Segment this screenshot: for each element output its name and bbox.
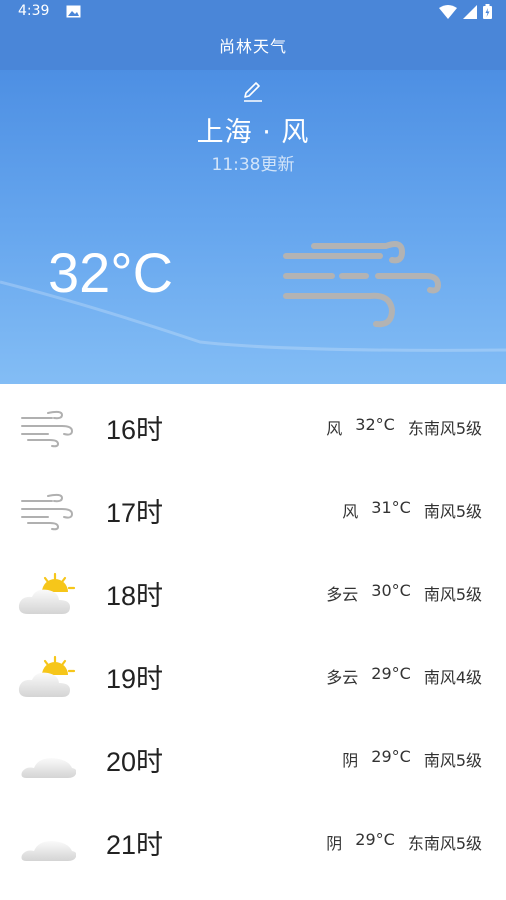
forecast-row[interactable]: 18时 多云 30°C 南风5级 (0, 550, 506, 633)
forecast-hour: 19时 (106, 664, 164, 694)
forecast-condition: 多云 (326, 668, 359, 687)
overcast-icon (21, 758, 76, 778)
forecast-wind: 南风4级 (423, 668, 482, 687)
image-notification-icon (66, 5, 81, 18)
forecast-condition: 风 (342, 502, 359, 521)
signal-icon (463, 4, 477, 19)
overcast-icon (21, 841, 76, 861)
app-title: 尚林天气 (218, 37, 287, 56)
app-bar: 尚林天气 (0, 24, 506, 70)
forecast-wind: 南风5级 (423, 751, 482, 770)
forecast-temperature: 29°C (371, 664, 411, 683)
forecast-hour: 18时 (106, 581, 164, 611)
wind-icon (283, 241, 442, 328)
forecast-temperature: 32°C (355, 415, 395, 434)
forecast-details: 阴 29°C 南风5级 (342, 747, 482, 771)
city-name[interactable]: 上海 · 风 (0, 110, 506, 149)
forecast-wind: 东南风5级 (407, 834, 482, 853)
forecast-row[interactable]: 20时 阴 29°C 南风5级 (0, 716, 506, 799)
forecast-temperature: 29°C (355, 830, 395, 849)
update-time: 11:38更新 (211, 155, 295, 175)
wifi-icon (439, 4, 457, 19)
current-weather-panel: 上海 · 风 11:38更新 32°C (0, 70, 506, 384)
forecast-hour: 17时 (106, 498, 164, 528)
forecast-details: 风 31°C 南风5级 (342, 498, 482, 522)
forecast-condition: 阴 (342, 751, 359, 770)
forecast-wind: 南风5级 (423, 585, 482, 604)
forecast-row[interactable]: 17时 风 31°C 南风5级 (0, 467, 506, 550)
forecast-condition: 多云 (326, 585, 359, 604)
forecast-condition: 阴 (326, 834, 343, 853)
partly-cloudy-icon (18, 572, 76, 614)
edit-city-icon[interactable] (241, 79, 265, 103)
forecast-row[interactable]: 21时 阴 29°C 东南风5级 (0, 799, 506, 882)
forecast-temperature: 30°C (371, 581, 411, 600)
forecast-hour: 21时 (106, 830, 164, 860)
hourly-forecast-list: 16时 风 32°C 东南风5级 17时 风 31°C 南风5级 18时 多云 … (0, 384, 506, 882)
forecast-row[interactable]: 19时 多云 29°C 南风4级 (0, 633, 506, 716)
forecast-condition: 风 (326, 419, 343, 438)
status-icons (439, 4, 492, 19)
wind-icon (21, 493, 73, 531)
status-bar: 4:39 (0, 0, 506, 24)
forecast-hour: 16时 (106, 415, 164, 445)
forecast-details: 阴 29°C 东南风5级 (326, 830, 482, 854)
partly-cloudy-icon (18, 655, 76, 697)
current-temperature: 32°C (48, 241, 174, 304)
wind-icon (21, 410, 73, 448)
forecast-hour: 20时 (106, 747, 164, 777)
forecast-temperature: 31°C (371, 498, 411, 517)
status-time: 4:39 (18, 3, 50, 19)
forecast-details: 风 32°C 东南风5级 (326, 415, 482, 439)
forecast-temperature: 29°C (371, 747, 411, 766)
forecast-details: 多云 30°C 南风5级 (326, 581, 482, 605)
forecast-details: 多云 29°C 南风4级 (326, 664, 482, 688)
battery-icon (483, 4, 492, 19)
forecast-row[interactable]: 16时 风 32°C 东南风5级 (0, 384, 506, 467)
forecast-wind: 南风5级 (423, 502, 482, 521)
forecast-wind: 东南风5级 (407, 419, 482, 438)
